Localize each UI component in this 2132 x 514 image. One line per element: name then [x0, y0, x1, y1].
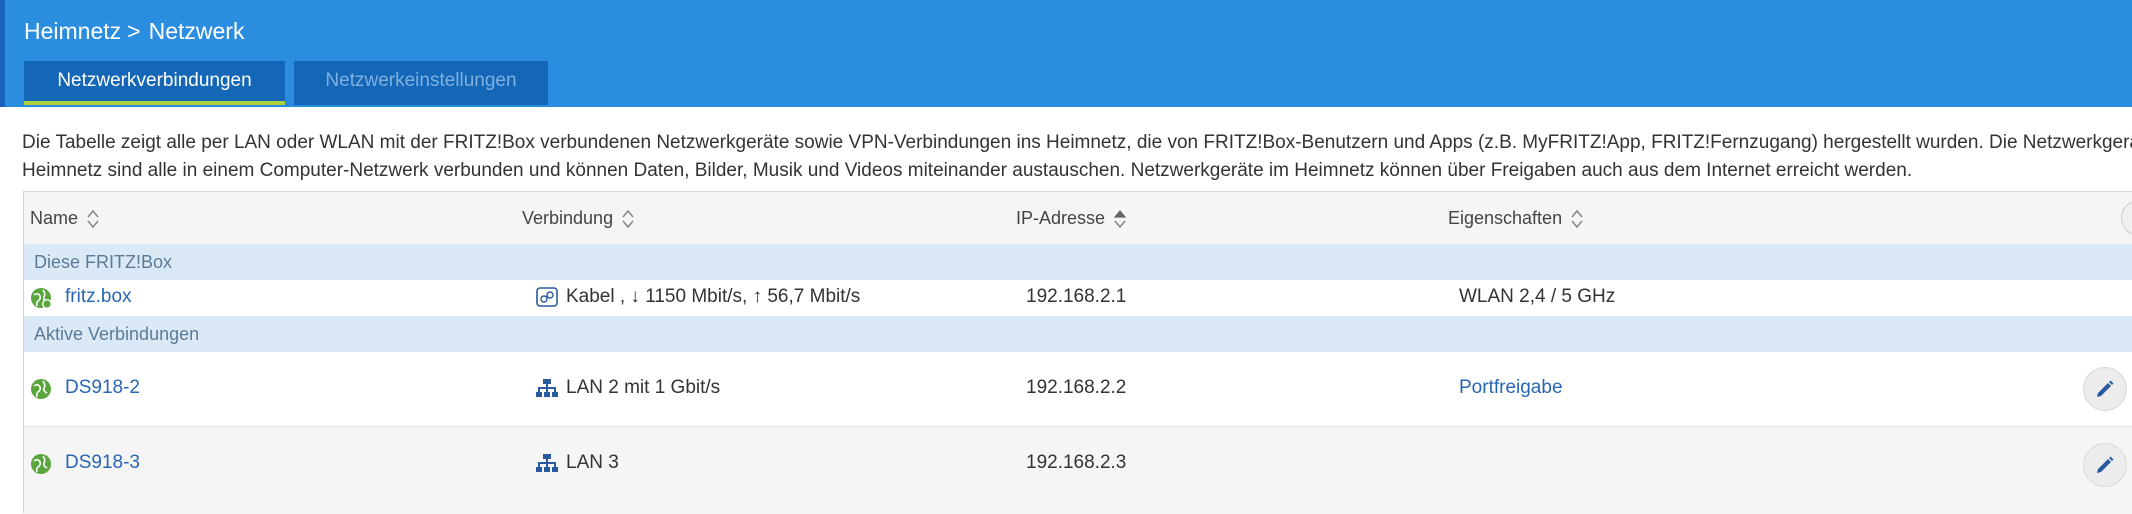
device-name-link[interactable]: DS918-2	[65, 377, 140, 399]
page-header: Heimnetz > Netzwerk Netzwerkverbindungen N…	[0, 0, 2132, 107]
properties-text: WLAN 2,4 / 5 GHz	[1459, 286, 1616, 307]
globe-icon	[31, 454, 51, 474]
device-name-link[interactable]: DS918-3	[65, 452, 140, 474]
description-line-1: Die Tabelle zeigt alle per LAN oder WLAN…	[22, 132, 2132, 153]
ip-address: 192.168.2.3	[1026, 452, 1127, 473]
tab-netzwerkverbindungen[interactable]: Netzwerkverbindungen	[24, 61, 285, 105]
edit-button[interactable]	[2083, 367, 2127, 411]
devices-table: Name Verbindung IP-Adresse Eigenschaften…	[23, 191, 2132, 514]
sort-icon	[622, 210, 634, 229]
group-label: Aktive Verbindungen	[34, 324, 200, 344]
group-header-active: Aktive Verbindungen	[24, 316, 2132, 352]
connection-cell: Kabel , ↓ 1150 Mbit/s, ↑ 56,7 Mbit/s	[536, 286, 860, 308]
group-header-box: Diese FRITZ!Box	[24, 244, 2132, 280]
breadcrumb: Heimnetz > Netzwerk	[24, 18, 244, 45]
column-header-name[interactable]: Name	[30, 208, 99, 229]
connection-cell: LAN 2 mit 1 Gbit/s	[536, 377, 720, 399]
lan-icon	[536, 453, 558, 472]
edit-button[interactable]	[2083, 443, 2127, 487]
device-name-link[interactable]: fritz.box	[65, 286, 132, 308]
globe-icon	[31, 379, 51, 399]
column-verbindung-label: Verbindung	[522, 208, 614, 228]
connection-text: LAN 2 mit 1 Gbit/s	[566, 377, 721, 398]
table-row: DS918-2 LAN 2 mit 1 Gbit/s 192.168.2.2 P…	[24, 352, 2132, 426]
column-ip-label: IP-Adresse	[1016, 208, 1106, 228]
globe-icon	[31, 288, 52, 309]
connection-text: LAN 3	[566, 452, 619, 473]
header-edge	[0, 0, 5, 107]
pencil-icon	[2097, 380, 2114, 397]
column-header-verbindung[interactable]: Verbindung	[522, 208, 634, 229]
column-header-eigenschaften[interactable]: Eigenschaften	[1448, 208, 1583, 229]
group-label: Diese FRITZ!Box	[34, 252, 173, 272]
sort-icon	[87, 210, 99, 229]
pencil-icon	[2097, 456, 2114, 473]
table-options-button[interactable]	[2121, 200, 2132, 236]
connection-cell: LAN 3	[536, 452, 619, 474]
sort-ascending-icon	[1114, 210, 1127, 229]
page-description: Die Tabelle zeigt alle per LAN oder WLAN…	[22, 129, 2132, 185]
lan-icon	[536, 378, 558, 397]
tab-netzwerkeinstellungen[interactable]: Netzwerkeinstellungen	[294, 61, 548, 105]
table-row: fritz.box Kabel , ↓ 1150 Mbit/s, ↑ 56,7 …	[24, 280, 2132, 316]
description-line-2: Heimnetz sind alle in einem Computer-Net…	[22, 160, 1913, 181]
router-icon	[536, 287, 558, 307]
sort-icon	[1571, 210, 1583, 229]
breadcrumb-parent[interactable]: Heimnetz	[24, 18, 121, 44]
breadcrumb-current: Netzwerk	[148, 18, 245, 44]
column-eigenschaften-label: Eigenschaften	[1448, 208, 1563, 228]
breadcrumb-separator: >	[127, 18, 141, 44]
connection-text: Kabel , ↓ 1150 Mbit/s, ↑ 56,7 Mbit/s	[566, 286, 861, 307]
ip-address: 192.168.2.2	[1026, 377, 1127, 398]
table-header: Name Verbindung IP-Adresse Eigenschaften	[24, 191, 2132, 245]
column-header-ip-adresse[interactable]: IP-Adresse	[1016, 208, 1127, 229]
column-name-label: Name	[30, 208, 79, 228]
ip-address: 192.168.2.1	[1026, 286, 1127, 307]
table-row: DS918-3 LAN 3 192.168.2.3	[24, 426, 2132, 514]
portfreigabe-link[interactable]: Portfreigabe	[1459, 377, 1563, 399]
